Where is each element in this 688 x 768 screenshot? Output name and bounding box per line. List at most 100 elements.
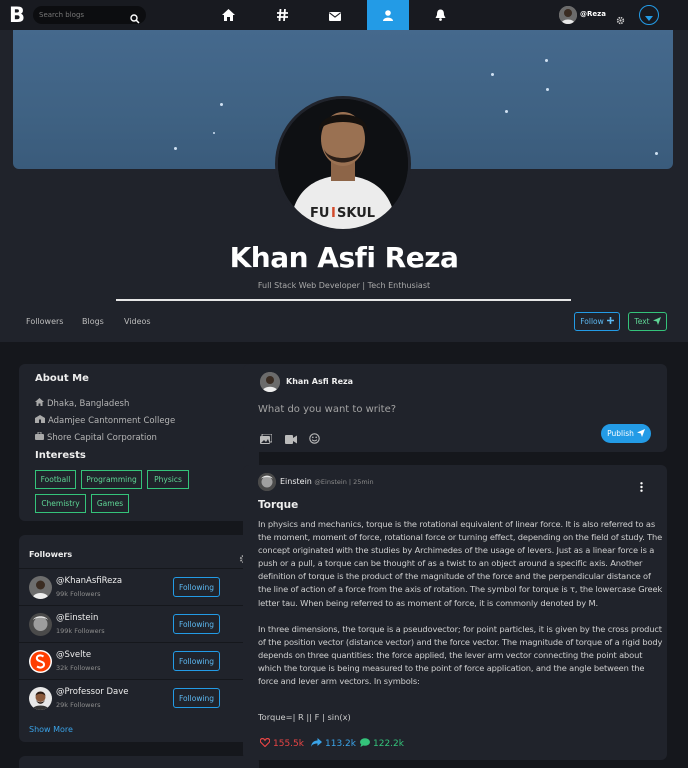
send-icon <box>636 428 645 439</box>
following-button[interactable]: Following <box>173 577 220 597</box>
bell-icon <box>435 6 446 25</box>
post-title: Torque <box>258 499 299 511</box>
follow-button-label: Follow <box>580 317 604 326</box>
content-area: About Me Dhaka, Bangladesh Adamjee Canto… <box>0 342 688 768</box>
profile-divider <box>116 299 571 301</box>
school-icon <box>35 415 45 426</box>
about-card: About Me Dhaka, Bangladesh Adamjee Canto… <box>19 364 259 521</box>
list-item: @Einstein 199k Followers Following <box>19 605 259 642</box>
comment-button[interactable]: 122.2k <box>360 738 404 750</box>
following-button[interactable]: Following <box>173 651 220 671</box>
interest-chip[interactable]: Programming <box>81 470 142 489</box>
svg-text:I: I <box>331 206 336 221</box>
list-item: @Svelte 32k Followers Following <box>19 642 259 679</box>
mail-icon <box>329 6 341 25</box>
interest-chip[interactable]: Physics <box>147 470 189 489</box>
followers-title: Followers <box>29 550 73 559</box>
comment-icon <box>360 738 370 750</box>
follower-name[interactable]: @Svelte <box>56 650 91 660</box>
post-author: Einstein @Einstein | 25min <box>280 477 374 486</box>
avatar[interactable] <box>559 6 577 24</box>
avatar[interactable] <box>258 473 276 491</box>
chevron-down-icon <box>645 6 653 25</box>
list-item: @Professor Dave 29k Followers Following <box>19 679 259 716</box>
about-location-text: Dhaka, Bangladesh <box>47 398 130 409</box>
following-button[interactable]: Following <box>173 688 220 708</box>
publish-button[interactable]: Publish <box>601 424 651 443</box>
avatar[interactable] <box>29 687 52 710</box>
image-icon[interactable] <box>260 429 273 448</box>
about-education: Adamjee Cantonment College <box>35 415 175 426</box>
post-author-name[interactable]: Einstein <box>280 477 312 486</box>
follower-name[interactable]: @Einstein <box>56 613 98 623</box>
about-title: About Me <box>35 373 89 384</box>
profile-tagline: Full Stack Web Developer | Tech Enthusia… <box>257 281 431 290</box>
nav-tab-notifications[interactable] <box>419 0 461 30</box>
post-paragraph: In physics and mechanics, torque is the … <box>258 519 663 608</box>
about-location: Dhaka, Bangladesh <box>35 398 129 409</box>
text-message-button[interactable]: Text <box>628 312 667 331</box>
avatar[interactable] <box>260 372 280 392</box>
search-input[interactable] <box>39 8 127 22</box>
video-icon[interactable] <box>285 429 297 448</box>
nav-tab-home[interactable] <box>207 0 249 30</box>
profile-name: Khan Asfi Reza <box>229 241 459 274</box>
follow-button[interactable]: Follow <box>574 312 620 331</box>
interest-chip[interactable]: Football <box>35 470 76 489</box>
home-icon <box>221 6 235 25</box>
user-handle[interactable]: @Reza <box>580 10 606 18</box>
follower-count: 199k Followers <box>56 627 105 635</box>
interest-chip[interactable]: Games <box>91 494 129 513</box>
post-input[interactable] <box>258 402 558 416</box>
interests-title: Interests <box>35 450 86 461</box>
follower-name[interactable]: @KhanAsfiReza <box>56 576 122 586</box>
like-button[interactable]: 155.5k <box>259 737 304 750</box>
hashtag-icon <box>276 6 288 25</box>
share-button[interactable]: 113.2k <box>311 738 356 750</box>
share-icon <box>311 738 322 750</box>
home-icon <box>35 398 44 409</box>
like-count: 155.5k <box>273 739 304 749</box>
sidebar-card <box>19 756 259 768</box>
tab-videos[interactable]: Videos <box>124 317 151 326</box>
user-icon <box>383 6 393 25</box>
top-navbar: B @Reza <box>0 0 688 30</box>
tab-followers[interactable]: Followers <box>26 317 63 326</box>
briefcase-icon <box>35 431 44 443</box>
app-logo[interactable]: B <box>9 4 25 26</box>
search-icon[interactable] <box>130 9 140 28</box>
post-paragraph: In three dimensions, the torque is a pse… <box>258 623 663 687</box>
composer-card: Khan Asfi Reza Publish <box>243 364 667 452</box>
list-item: @KhanAsfiReza 99k Followers Following <box>19 568 259 605</box>
avatar[interactable] <box>29 576 52 599</box>
avatar[interactable] <box>29 613 52 636</box>
dropdown-menu-button[interactable] <box>639 5 659 25</box>
post-card: Einstein @Einstein | 25min Torque In phy… <box>243 465 667 760</box>
emoji-icon[interactable] <box>309 429 320 448</box>
nav-tab-mail[interactable] <box>314 0 356 30</box>
share-count: 113.2k <box>325 739 356 749</box>
composer-author: Khan Asfi Reza <box>286 377 354 386</box>
post-body: In physics and mechanics, torque is the … <box>258 518 664 688</box>
followers-card: Followers @KhanAsfiReza 99k Followers Fo… <box>19 535 259 742</box>
about-work-text: Shore Capital Corporation <box>47 432 157 443</box>
following-button[interactable]: Following <box>173 614 220 634</box>
interest-chip[interactable]: Chemistry <box>35 494 86 513</box>
avatar[interactable] <box>29 650 52 673</box>
profile-avatar[interactable]: FU I SKUL <box>275 96 411 232</box>
nav-tab-hashtag[interactable] <box>261 0 303 30</box>
svg-text:SKUL: SKUL <box>337 206 375 221</box>
more-options-icon[interactable] <box>640 477 643 496</box>
svg-text:FU: FU <box>310 206 329 221</box>
send-icon <box>652 316 661 327</box>
gear-icon[interactable] <box>616 10 625 29</box>
nav-tab-profile[interactable] <box>367 0 409 30</box>
follower-count: 32k Followers <box>56 664 101 672</box>
tab-blogs[interactable]: Blogs <box>82 317 104 326</box>
publish-label: Publish <box>607 429 634 438</box>
about-education-text: Adamjee Cantonment College <box>48 415 176 426</box>
follower-name[interactable]: @Professor Dave <box>56 687 128 697</box>
show-more-link[interactable]: Show More <box>29 725 73 734</box>
plus-icon <box>606 317 614 326</box>
post-formula: Torque=| R || F | sin(x) <box>258 712 351 722</box>
